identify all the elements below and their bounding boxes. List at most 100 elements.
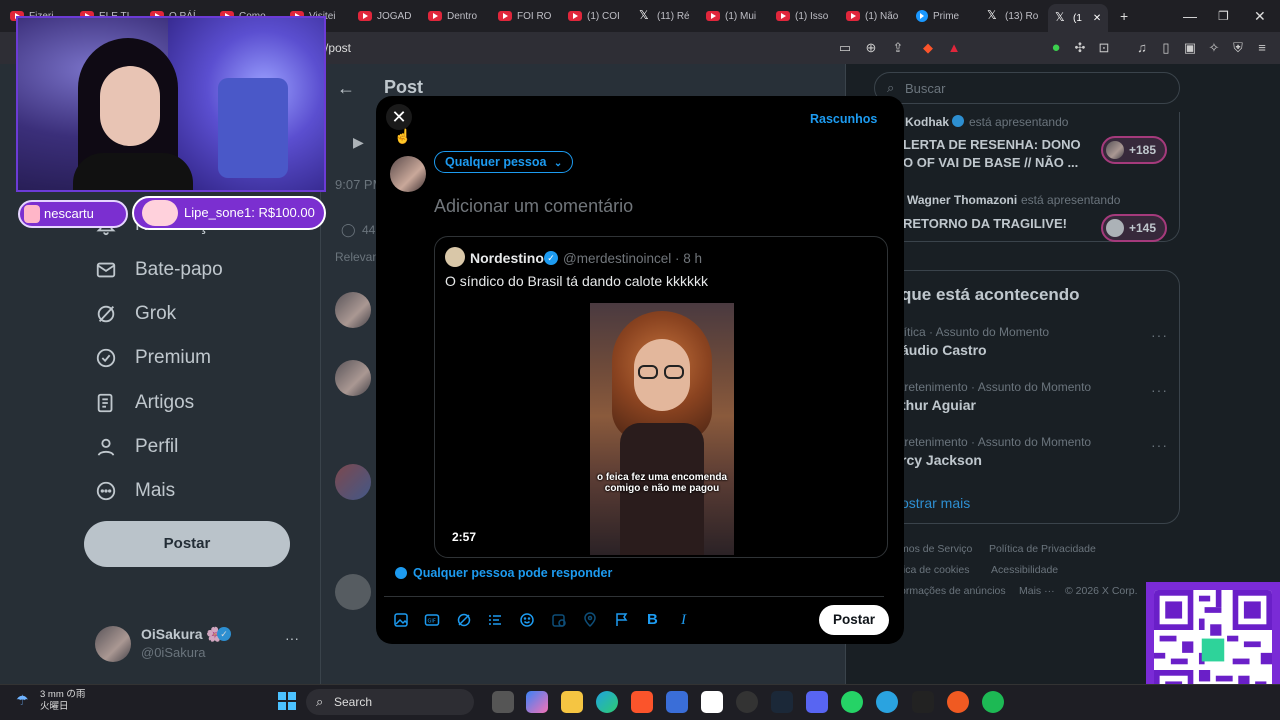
- weather-widget[interactable]: 3 mm の雨 火曜日: [40, 689, 85, 713]
- whatsapp-icon[interactable]: [841, 691, 863, 713]
- browser-tab[interactable]: (1 ✕: [1048, 4, 1108, 32]
- donation-text: Lipe_sone1: R$100.00: [184, 205, 315, 220]
- discord-icon[interactable]: [806, 691, 828, 713]
- bold-icon[interactable]: B: [647, 612, 663, 628]
- glasses-icon: [664, 365, 684, 379]
- brave-shield-icon[interactable]: ◆: [920, 40, 936, 56]
- location-icon[interactable]: [582, 612, 598, 628]
- browser-tab[interactable]: JOGAD: [358, 4, 422, 28]
- leo-ai-icon[interactable]: ✧: [1206, 40, 1222, 56]
- reply-setting-button[interactable]: Qualquer pessoa pode responder: [395, 566, 612, 580]
- drafts-button[interactable]: Rascunhos: [810, 112, 877, 126]
- audience-selector[interactable]: Qualquer pessoa ⌄: [434, 151, 574, 173]
- youtube-icon: [498, 11, 512, 21]
- plush-toy: [218, 78, 288, 178]
- browser-tab[interactable]: Dentro: [428, 4, 492, 28]
- cast-icon[interactable]: ▭: [837, 40, 853, 56]
- close-icon[interactable]: ✕: [386, 104, 412, 130]
- minimize-icon[interactable]: —: [1183, 8, 1197, 24]
- divider: [384, 596, 884, 597]
- chevron-down-icon: ⌄: [553, 158, 563, 169]
- file-explorer-icon[interactable]: [561, 691, 583, 713]
- url-text[interactable]: /post: [325, 41, 351, 55]
- flag-icon[interactable]: [614, 612, 630, 628]
- italic-icon[interactable]: I: [681, 612, 697, 628]
- browser-tab-label: (11) Ré: [657, 10, 690, 22]
- schedule-icon[interactable]: [551, 612, 567, 628]
- emoji-icon[interactable]: [519, 612, 535, 628]
- edge-icon[interactable]: [596, 691, 618, 713]
- spotify-icon[interactable]: [982, 691, 1004, 713]
- telegram-icon[interactable]: [876, 691, 898, 713]
- video-caption: o feica fez uma encomenda comigo e não m…: [596, 472, 728, 494]
- quoted-author-name: Nordestino: [470, 250, 544, 266]
- sidebar-icon[interactable]: ▯: [1158, 40, 1174, 56]
- browser-tab[interactable]: Prime: [916, 4, 980, 28]
- youtube-icon: [776, 11, 790, 21]
- browser-tab[interactable]: (13) Ro: [986, 4, 1050, 28]
- grok-icon[interactable]: [456, 612, 472, 628]
- store-icon[interactable]: [666, 691, 688, 713]
- prime-video-icon: [916, 10, 928, 22]
- zoom-icon[interactable]: ⊕: [863, 40, 879, 56]
- audience-label: Qualquer pessoa: [445, 155, 547, 169]
- x-icon: [1054, 10, 1068, 24]
- browser-tab[interactable]: (1) COI: [568, 4, 632, 28]
- close-window-icon[interactable]: ✕: [1254, 8, 1266, 25]
- music-icon[interactable]: ♫: [1134, 40, 1150, 56]
- browser-tab-label: Dentro: [447, 10, 478, 22]
- mouse-cursor-icon: ☝: [394, 128, 412, 144]
- composer-avatar: [390, 156, 426, 192]
- youtube-icon: [706, 11, 720, 21]
- extensions-icon[interactable]: ✣: [1072, 40, 1088, 56]
- x-icon: [638, 8, 652, 22]
- browser-tab-label: (1) Isso: [795, 10, 829, 22]
- vpn-icon[interactable]: ⛨: [1230, 40, 1246, 56]
- windows-start-icon[interactable]: [277, 691, 297, 711]
- browser-tab[interactable]: FOI RO: [498, 4, 562, 28]
- obs-icon[interactable]: [736, 691, 758, 713]
- browser-tab[interactable]: (1) Isso: [776, 4, 840, 28]
- globe-icon: [395, 567, 407, 579]
- brave-icon[interactable]: [631, 691, 653, 713]
- new-tab-button[interactable]: +: [1120, 8, 1128, 24]
- browser-tab-label: (1) COI: [587, 10, 620, 22]
- ea-icon[interactable]: [947, 691, 969, 713]
- steam-icon[interactable]: [771, 691, 793, 713]
- epic-games-icon[interactable]: [912, 691, 934, 713]
- gif-icon[interactable]: GIF: [424, 612, 440, 628]
- glasses-icon: [638, 365, 658, 379]
- poll-icon[interactable]: [487, 612, 503, 628]
- quoted-author-avatar: [445, 247, 465, 267]
- wallet-icon[interactable]: ▣: [1182, 40, 1198, 56]
- maximize-icon[interactable]: ❐: [1218, 9, 1229, 23]
- taskbar-search[interactable]: ⌕ Search: [306, 689, 474, 715]
- image-icon[interactable]: [393, 612, 409, 628]
- task-view-icon[interactable]: [492, 691, 514, 713]
- extension-green-icon[interactable]: ●: [1048, 40, 1064, 56]
- share-icon[interactable]: ⇪: [890, 40, 906, 56]
- copilot-icon[interactable]: [526, 691, 548, 713]
- brave-rewards-icon[interactable]: ▲: [946, 40, 962, 56]
- capcut-icon[interactable]: [701, 691, 723, 713]
- close-tab-icon[interactable]: ✕: [1093, 13, 1101, 24]
- quoted-video-thumbnail[interactable]: [590, 303, 734, 555]
- youtube-icon: [846, 11, 860, 21]
- quoted-post-text: O síndico do Brasil tá dando calote kkkk…: [445, 273, 709, 289]
- svg-text:GIF: GIF: [428, 619, 436, 625]
- screenshot-icon[interactable]: ⊡: [1096, 40, 1112, 56]
- comment-input[interactable]: Adicionar um comentário: [434, 196, 633, 217]
- post-submit-button[interactable]: Postar: [819, 605, 889, 635]
- browser-tab[interactable]: (1) Não: [846, 4, 910, 28]
- video-duration: 2:57: [452, 530, 477, 544]
- browser-tab-label: (1) Mui: [725, 10, 757, 22]
- search-icon: ⌕: [316, 694, 324, 709]
- browser-tab[interactable]: (1) Mui: [706, 4, 770, 28]
- mochi-icon: [142, 200, 178, 226]
- quoted-author-handle: @merdestinoincel · 8 h: [563, 251, 703, 266]
- browser-tab-label: (1) Não: [865, 10, 899, 22]
- cake-icon: [24, 205, 40, 223]
- menu-icon[interactable]: ≡: [1254, 40, 1270, 56]
- browser-tab-label: (1: [1073, 12, 1082, 24]
- browser-tab[interactable]: (11) Ré: [638, 4, 702, 28]
